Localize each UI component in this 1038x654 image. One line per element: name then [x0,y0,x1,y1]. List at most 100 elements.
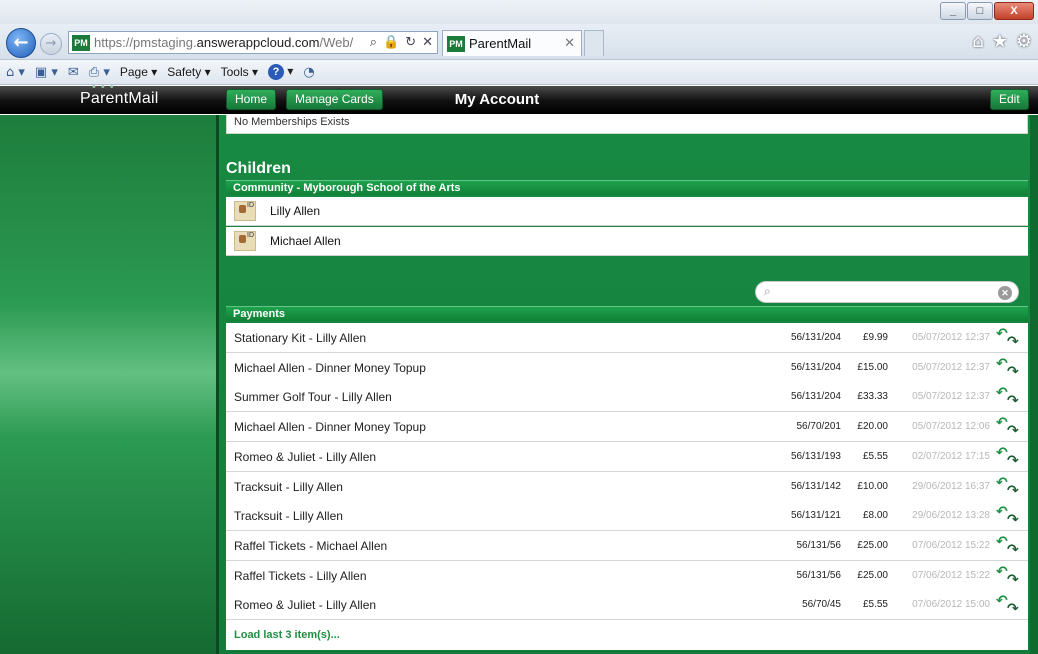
favorites-star-icon[interactable]: ★ [992,31,1008,52]
skype-icon[interactable]: ◔ [303,65,314,80]
payment-description: Stationary Kit - Lilly Allen [234,331,367,345]
payment-description: Michael Allen - Dinner Money Topup [234,420,426,434]
maximize-button[interactable]: □ [967,2,993,20]
refund-icon[interactable]: ↶ ↷ [996,385,1020,409]
payment-amount: £5.55 [862,451,888,462]
home-menu-icon[interactable]: ⌂ ▾ [6,65,25,80]
payment-row[interactable]: Tracksuit - Lilly Allen 56/131/142 £10.00 2… [226,472,1028,502]
child-name: Michael Allen [270,234,341,248]
mail-icon[interactable]: ✉ [68,65,79,80]
id-card-icon: ID [234,201,256,221]
payment-description: Michael Allen - Dinner Money Topup [234,361,426,375]
search-dropdown-icon[interactable]: ⌕ [370,35,377,50]
help-icon[interactable]: ? ▾ [268,64,293,80]
refund-icon[interactable]: ↶ ↷ [996,504,1020,528]
feeds-icon[interactable]: ▣ ▾ [35,65,58,80]
payment-amount: £15.00 [857,362,888,373]
payment-amount: £5.55 [862,599,888,610]
load-more-row: Load last 3 item(s)... [226,620,1028,650]
payment-date: 07/06/2012 15:00 [912,599,990,610]
child-row[interactable]: ID Lilly Allen [226,197,1028,226]
close-window-button[interactable]: X [994,2,1034,20]
payment-description: Tracksuit - Lilly Allen [234,480,343,494]
payment-description: Romeo & Juliet - Lilly Allen [234,598,377,612]
payment-reference: 56/131/193 [790,451,841,462]
print-icon[interactable]: ⎙ ▾ [89,65,110,80]
payment-amount: £25.00 [857,540,888,551]
payment-date: 05/07/2012 12:37 [912,332,990,343]
payment-amount: £9.99 [862,332,888,343]
lock-icon[interactable]: 🔒 [383,35,399,50]
back-arrow-icon[interactable]: ← [6,28,36,58]
home-icon[interactable]: ⌂ [972,31,983,52]
payment-row[interactable]: Michael Allen - Dinner Money Topup 56/131… [226,353,1028,383]
gear-icon[interactable]: ⚙ [1016,31,1032,52]
refund-icon[interactable]: ↶ ↷ [996,564,1020,588]
refund-icon[interactable]: ↶ ↷ [996,326,1020,350]
browser-right-icons: ⌂ ★ ⚙ [972,31,1032,52]
address-row: ← → PM https://pmstaging.answerappcloud.… [0,24,1038,60]
forward-arrow-icon[interactable]: → [40,33,62,55]
page-title: My Account [454,91,540,108]
refresh-icon[interactable]: ↻ [405,35,416,50]
payment-amount: £33.33 [857,391,888,402]
edit-button[interactable]: Edit [990,89,1029,110]
payment-row[interactable]: Tracksuit - Lilly Allen 56/131/121 £8.00 29… [226,501,1028,531]
id-card-icon: ID [234,231,256,251]
stop-icon[interactable]: ✕ [422,35,433,50]
payment-reference: 56/131/142 [790,481,841,492]
minimize-button[interactable]: _ [940,2,966,20]
tab-favicon: PM [447,35,465,52]
payment-date: 29/06/2012 13:28 [912,510,990,521]
tools-menu[interactable]: Tools ▾ [221,65,258,79]
address-bar-icons: ⌕ 🔒 ↻ ✕ [365,35,437,50]
command-bar: ⌂ ▾ ▣ ▾ ✉ ⎙ ▾ Page ▾ Safety ▾ Tools ▾ ? … [0,60,1038,85]
refund-icon[interactable]: ↶ ↷ [996,534,1020,558]
refund-icon[interactable]: ↶ ↷ [996,415,1020,439]
account-content: No Memberships Exists Children Community… [219,115,1038,654]
payment-reference: 56/131/56 [796,540,842,551]
app-header: ••• ParentMail Home Manage Cards My Acco… [0,82,1038,114]
refund-icon[interactable]: ↶ ↷ [996,593,1020,617]
children-group-header: Community - Myborough School of the Arts [226,180,1028,195]
payments-search-input[interactable]: ⌕ ✕ [755,281,1019,303]
payment-row[interactable]: Summer Golf Tour - Lilly Allen 56/131/204… [226,382,1028,412]
payment-row[interactable]: Stationary Kit - Lilly Allen 56/131/204 £9… [226,323,1028,353]
load-more-link[interactable]: Load last 3 item(s)... [234,629,340,641]
child-row[interactable]: ID Michael Allen [226,227,1028,256]
url-text[interactable]: https://pmstaging.answerappcloud.com/Web… [94,35,353,50]
payment-amount: £10.00 [857,481,888,492]
window-titlebar: _ □ X [0,0,1038,24]
window-controls: _ □ X [939,2,1034,20]
payment-row[interactable]: Michael Allen - Dinner Money Topup 56/70/… [226,412,1028,442]
tab-parentmail[interactable]: PM ParentMail ✕ [442,30,582,56]
payment-reference: 56/131/121 [790,510,841,521]
payment-description: Romeo & Juliet - Lilly Allen [234,450,377,464]
payment-reference: 56/131/204 [790,362,841,373]
safety-menu[interactable]: Safety ▾ [167,65,210,79]
payment-date: 07/06/2012 15:22 [912,570,990,581]
payment-row[interactable]: Raffel Tickets - Michael Allen 56/131/56 £… [226,531,1028,561]
payments-header: Payments [226,306,1028,321]
payment-row[interactable]: Romeo & Juliet - Lilly Allen 56/131/193 £5… [226,442,1028,472]
clear-search-icon[interactable]: ✕ [998,286,1012,300]
search-icon: ⌕ [764,284,771,298]
payment-row[interactable]: Raffel Tickets - Lilly Allen 56/131/56 £25… [226,561,1028,591]
refund-icon[interactable]: ↶ ↷ [996,445,1020,469]
payment-amount: £8.00 [862,510,888,521]
page-menu[interactable]: Page ▾ [120,65,157,79]
payment-date: 29/06/2012 16:37 [912,481,990,492]
child-name: Lilly Allen [270,204,321,218]
payment-description: Summer Golf Tour - Lilly Allen [234,390,392,404]
refund-icon[interactable]: ↶ ↷ [996,356,1020,380]
site-favicon: PM [72,34,90,51]
payment-row[interactable]: Romeo & Juliet - Lilly Allen 56/70/45 £5.5… [226,590,1028,620]
memberships-empty: No Memberships Exists [226,115,1028,134]
payment-description: Raffel Tickets - Lilly Allen [234,569,367,583]
tab-close-icon[interactable]: ✕ [564,36,575,51]
refund-icon[interactable]: ↶ ↷ [996,475,1020,499]
payment-reference: 56/70/201 [796,421,842,432]
payment-date: 05/07/2012 12:37 [912,391,990,402]
new-tab-button[interactable] [584,30,604,56]
address-bar[interactable]: PM https://pmstaging.answerappcloud.com/… [68,31,438,54]
